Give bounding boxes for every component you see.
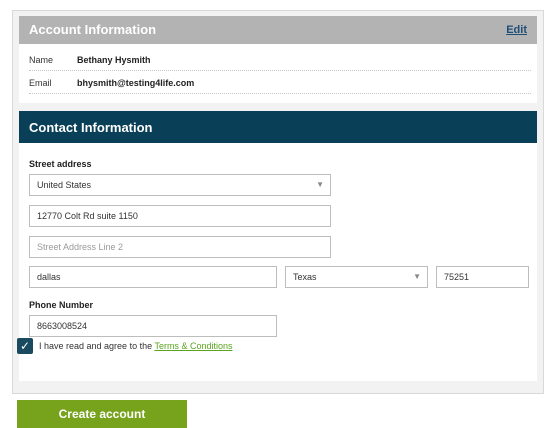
email-row: Email bhysmith@testing4life.com (29, 73, 531, 94)
terms-prefix: I have read and agree to the (39, 341, 153, 351)
name-label: Name (29, 55, 54, 65)
email-label: Email (29, 78, 52, 88)
edit-link[interactable]: Edit (506, 24, 527, 36)
account-info-title: Account Information (29, 22, 157, 37)
terms-conditions-link[interactable]: Terms & Conditions (154, 341, 232, 351)
state-value: Texas (293, 272, 317, 282)
account-panel: Account Information Edit Name Bethany Hy… (12, 10, 544, 394)
check-icon: ✓ (19, 339, 31, 353)
chevron-down-icon: ▼ (316, 180, 324, 189)
create-account-button[interactable]: Create account (17, 400, 187, 428)
chevron-down-icon: ▼ (413, 272, 421, 281)
account-info-body: Name Bethany Hysmith Email bhysmith@test… (19, 44, 537, 103)
terms-checkbox[interactable]: ✓ (17, 338, 33, 354)
phone-input[interactable]: 8663008524 (29, 315, 277, 337)
account-info-header: Account Information Edit (19, 16, 537, 44)
phone-number-label: Phone Number (29, 300, 94, 310)
state-select[interactable]: Texas ▼ (285, 266, 428, 288)
zip-input[interactable]: 75251 (436, 266, 529, 288)
address-line2-input[interactable]: Street Address Line 2 (29, 236, 331, 258)
name-value: Bethany Hysmith (77, 55, 151, 65)
contact-info-title: Contact Information (29, 120, 153, 135)
terms-text: I have read and agree to the Terms & Con… (39, 341, 232, 351)
contact-info-header: Contact Information (19, 111, 537, 143)
country-value: United States (37, 180, 92, 190)
street-address-label: Street address (29, 159, 92, 169)
city-input[interactable]: dallas (29, 266, 277, 288)
email-value: bhysmith@testing4life.com (77, 78, 195, 88)
name-row: Name Bethany Hysmith (29, 50, 531, 71)
country-select[interactable]: United States ▼ (29, 174, 331, 196)
address-line1-input[interactable]: 12770 Colt Rd suite 1150 (29, 205, 331, 227)
